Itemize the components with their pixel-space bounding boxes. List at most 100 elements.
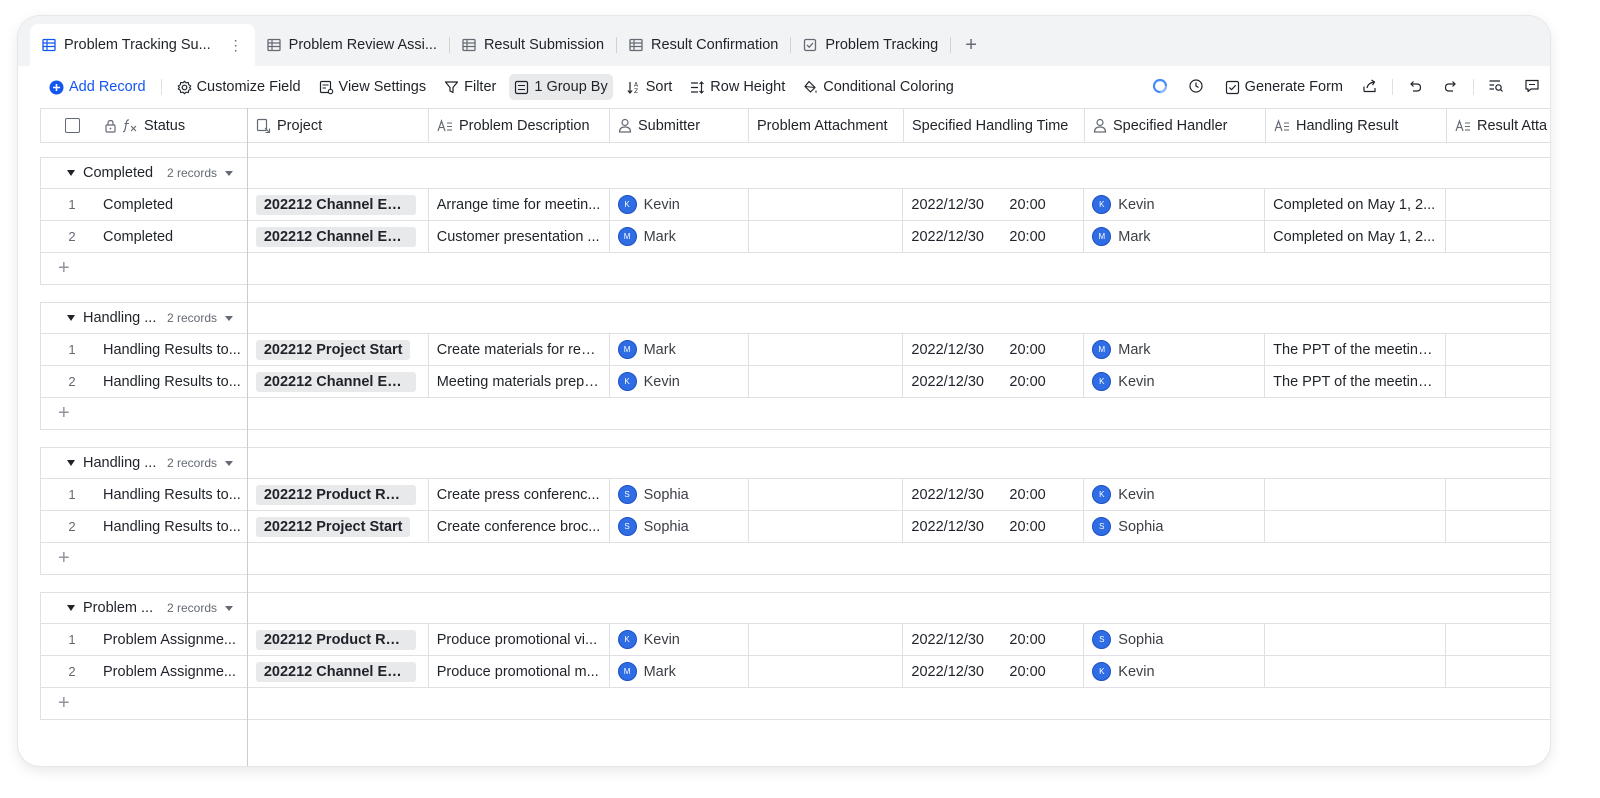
redo-button[interactable]	[1433, 73, 1469, 101]
group-header[interactable]: Completed 2 records	[41, 158, 1550, 189]
problem-description-cell[interactable]: Produce promotional vi...	[429, 624, 610, 655]
search-records-button[interactable]	[1478, 73, 1514, 101]
header-specified-handler-cell[interactable]: Specified Handler	[1085, 109, 1266, 142]
result-attachment-cell[interactable]	[1446, 189, 1550, 220]
table-row[interactable]: 2 Handling Results to... 202212 Project …	[41, 511, 1550, 543]
table-row[interactable]: 2 Handling Results to... 202212 Channel …	[41, 366, 1550, 398]
submitter-cell[interactable]: K Kevin	[610, 366, 749, 397]
problem-description-cell[interactable]: Customer presentation ...	[429, 221, 610, 252]
submitter-cell[interactable]: M Mark	[610, 221, 749, 252]
problem-description-cell[interactable]: Create press conferenc...	[429, 479, 610, 510]
problem-attachment-cell[interactable]	[749, 366, 904, 397]
project-cell[interactable]: 202212 Channel Exp...	[248, 221, 429, 252]
header-status-cell[interactable]: Status	[41, 109, 248, 142]
add-tab-button[interactable]: +	[951, 24, 991, 66]
problem-description-cell[interactable]: Produce promotional m...	[429, 656, 610, 687]
filter-button[interactable]: Filter	[439, 74, 501, 100]
row-status-cell[interactable]: 1 Problem Assignme...	[41, 624, 248, 655]
header-handling-result-cell[interactable]: Handling Result	[1266, 109, 1447, 142]
handling-result-cell[interactable]	[1265, 656, 1447, 687]
handling-result-cell[interactable]: The PPT of the meeting ...	[1265, 366, 1447, 397]
add-row-plus-icon[interactable]: +	[41, 398, 248, 429]
generate-form-button[interactable]: Generate Form	[1220, 74, 1348, 100]
specified-handling-time-cell[interactable]: 2022/12/30 20:00	[903, 366, 1085, 397]
problem-description-cell[interactable]: Create materials for regi...	[429, 334, 610, 365]
group-menu-chevron-icon[interactable]	[225, 605, 234, 611]
specified-handling-time-cell[interactable]: 2022/12/30 20:00	[903, 624, 1085, 655]
project-cell[interactable]: 202212 Product Rele...	[248, 479, 429, 510]
project-cell[interactable]: 202212 Product Rele...	[248, 624, 429, 655]
result-attachment-cell[interactable]	[1446, 366, 1550, 397]
handling-result-cell[interactable]: Completed on May 1, 2...	[1265, 189, 1447, 220]
add-row-plus-icon[interactable]: +	[41, 688, 248, 719]
specified-handler-cell[interactable]: S Sophia	[1084, 511, 1266, 542]
add-record-button[interactable]: Add Record	[44, 74, 151, 100]
specified-handling-time-cell[interactable]: 2022/12/30 20:00	[903, 511, 1085, 542]
collapse-triangle-icon[interactable]	[67, 605, 75, 611]
table-row[interactable]: 2 Completed 202212 Channel Exp... Custom…	[41, 221, 1550, 253]
comments-button[interactable]	[1514, 73, 1550, 101]
collapse-triangle-icon[interactable]	[67, 315, 75, 321]
tab-result-submission[interactable]: Result Submission	[450, 24, 616, 66]
share-button[interactable]	[1352, 73, 1388, 101]
specified-handling-time-cell[interactable]: 2022/12/30 20:00	[903, 221, 1085, 252]
row-status-cell[interactable]: 2 Handling Results to...	[41, 366, 248, 397]
specified-handler-cell[interactable]: K Kevin	[1084, 366, 1266, 397]
select-all-checkbox[interactable]	[65, 118, 80, 133]
specified-handler-cell[interactable]: K Kevin	[1084, 656, 1266, 687]
handling-result-cell[interactable]	[1265, 624, 1447, 655]
result-attachment-cell[interactable]	[1446, 656, 1550, 687]
problem-description-cell[interactable]: Meeting materials prepa...	[429, 366, 610, 397]
submitter-cell[interactable]: M Mark	[610, 334, 749, 365]
add-row-plus-icon[interactable]: +	[41, 253, 248, 284]
group-menu-chevron-icon[interactable]	[225, 460, 234, 466]
specified-handler-cell[interactable]: M Mark	[1084, 334, 1266, 365]
result-attachment-cell[interactable]	[1446, 624, 1550, 655]
problem-description-cell[interactable]: Arrange time for meetin...	[429, 189, 610, 220]
header-problem-attachment-cell[interactable]: Problem Attachment	[749, 109, 904, 142]
problem-attachment-cell[interactable]	[749, 189, 904, 220]
problem-attachment-cell[interactable]	[749, 479, 904, 510]
handling-result-cell[interactable]	[1265, 479, 1447, 510]
group-menu-chevron-icon[interactable]	[225, 170, 234, 176]
row-status-cell[interactable]: 2 Problem Assignme...	[41, 656, 248, 687]
header-submitter-cell[interactable]: Submitter	[610, 109, 749, 142]
problem-description-cell[interactable]: Create conference broc...	[429, 511, 610, 542]
handling-result-cell[interactable]: Completed on May 1, 2...	[1265, 221, 1447, 252]
project-cell[interactable]: 202212 Project Start	[248, 334, 429, 365]
specified-handler-cell[interactable]: K Kevin	[1084, 479, 1266, 510]
specified-handling-time-cell[interactable]: 2022/12/30 20:00	[903, 189, 1085, 220]
problem-attachment-cell[interactable]	[749, 511, 904, 542]
conditional-coloring-button[interactable]: Conditional Coloring	[798, 74, 959, 100]
specified-handling-time-cell[interactable]: 2022/12/30 20:00	[903, 334, 1085, 365]
header-project-cell[interactable]: Project	[248, 109, 429, 142]
submitter-cell[interactable]: S Sophia	[610, 479, 749, 510]
result-attachment-cell[interactable]	[1446, 511, 1550, 542]
table-row[interactable]: 1 Completed 202212 Channel Exp... Arrang…	[41, 189, 1550, 221]
collapse-triangle-icon[interactable]	[67, 170, 75, 176]
problem-attachment-cell[interactable]	[749, 624, 904, 655]
group-header[interactable]: Handling ... 2 records	[41, 303, 1550, 334]
row-status-cell[interactable]: 1 Completed	[41, 189, 248, 220]
problem-attachment-cell[interactable]	[749, 656, 904, 687]
table-row[interactable]: 1 Handling Results to... 202212 Product …	[41, 479, 1550, 511]
group-menu-chevron-icon[interactable]	[225, 315, 234, 321]
table-row[interactable]: 1 Handling Results to... 202212 Project …	[41, 334, 1550, 366]
submitter-cell[interactable]: M Mark	[610, 656, 749, 687]
result-attachment-cell[interactable]	[1446, 479, 1550, 510]
header-specified-handling-time-cell[interactable]: Specified Handling Time	[904, 109, 1085, 142]
submitter-cell[interactable]: K Kevin	[610, 624, 749, 655]
tab-result-confirmation[interactable]: Result Confirmation	[617, 24, 790, 66]
history-button[interactable]	[1178, 73, 1214, 101]
collapse-triangle-icon[interactable]	[67, 460, 75, 466]
handling-result-cell[interactable]	[1265, 511, 1447, 542]
row-status-cell[interactable]: 1 Handling Results to...	[41, 479, 248, 510]
handling-result-cell[interactable]: The PPT of the meeting ...	[1265, 334, 1447, 365]
table-row[interactable]: 1 Problem Assignme... 202212 Product Rel…	[41, 624, 1550, 656]
more-vertical-icon[interactable]: ⋮	[229, 37, 243, 54]
specified-handler-cell[interactable]: S Sophia	[1084, 624, 1266, 655]
tab-problem-tracking-summary[interactable]: Problem Tracking Su... ⋮	[30, 24, 255, 66]
ai-assistant-button[interactable]	[1142, 73, 1178, 101]
specified-handler-cell[interactable]: M Mark	[1084, 221, 1266, 252]
table-row[interactable]: 2 Problem Assignme... 202212 Channel Exp…	[41, 656, 1550, 688]
